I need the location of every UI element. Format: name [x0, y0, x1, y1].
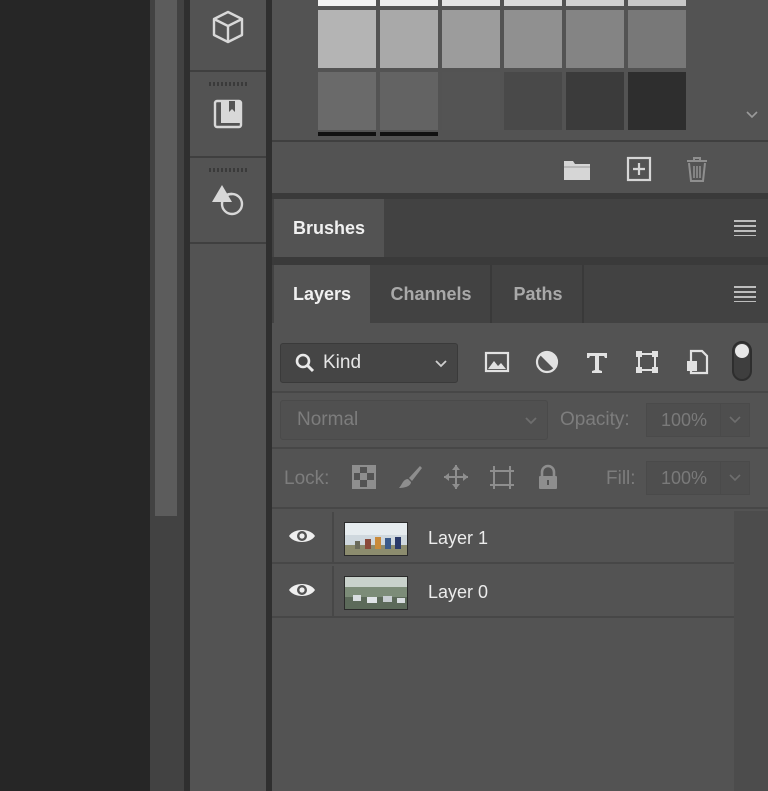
color-swatch[interactable]	[318, 10, 376, 68]
fill-dropdown[interactable]	[720, 461, 750, 495]
divider	[272, 447, 768, 449]
opacity-dropdown[interactable]	[720, 403, 750, 437]
divider	[272, 507, 768, 509]
fill-input[interactable]: 100%	[646, 461, 722, 495]
swatches-toolbar	[272, 140, 768, 193]
canvas-scrollbar-thumb[interactable]	[155, 0, 177, 516]
color-swatch[interactable]	[504, 10, 562, 68]
layer-name: Layer 0	[428, 582, 489, 602]
color-swatch[interactable]	[442, 0, 500, 6]
panel-icon-column	[190, 0, 266, 791]
chevron-down-icon[interactable]	[744, 107, 760, 123]
blend-mode-value: Normal	[297, 409, 359, 430]
layer-row[interactable]: Layer 0	[272, 566, 734, 618]
color-swatch[interactable]	[318, 0, 376, 6]
type-filter-icon[interactable]	[582, 347, 612, 377]
layer-thumbnail	[344, 522, 408, 556]
layers-panel: Kind Normal Opacity: 100% Lock: Fill: 10…	[272, 323, 768, 791]
layer-filter-select[interactable]: Kind	[280, 343, 458, 383]
color-swatch[interactable]	[442, 10, 500, 68]
right-panel-dock: Brushes Layers Channels Paths Kind Norma…	[272, 0, 768, 791]
color-swatch[interactable]	[380, 0, 438, 6]
color-swatch[interactable]	[566, 0, 624, 6]
eye-icon	[287, 526, 317, 551]
lock-position-icon[interactable]	[442, 463, 470, 491]
swatch-selection-line	[380, 132, 438, 136]
color-swatch[interactable]	[318, 72, 376, 130]
3d-cube-icon	[209, 8, 247, 51]
lock-artboard-icon[interactable]	[488, 463, 516, 491]
chevron-down-icon	[433, 356, 449, 372]
fill-label: Fill:	[606, 468, 636, 489]
divider	[272, 391, 768, 393]
eye-icon	[287, 580, 317, 605]
color-swatch[interactable]	[380, 10, 438, 68]
panel-menu-icon[interactable]	[734, 286, 756, 302]
color-swatch[interactable]	[504, 72, 562, 130]
color-swatch[interactable]	[628, 0, 686, 6]
layers-list-scrollbar[interactable]	[734, 511, 768, 791]
tab-brushes[interactable]: Brushes	[274, 199, 384, 257]
color-swatch[interactable]	[380, 72, 438, 130]
new-swatch-icon[interactable]	[624, 154, 654, 184]
smart-object-filter-icon[interactable]	[682, 347, 712, 377]
lock-image-pixels-icon[interactable]	[396, 463, 424, 491]
tab-layers[interactable]: Layers	[274, 265, 370, 323]
adjustment-filter-icon[interactable]	[532, 347, 562, 377]
tab-paths[interactable]: Paths	[494, 265, 584, 323]
tab-label: Brushes	[292, 217, 366, 238]
opacity-label: Opacity:	[560, 409, 630, 430]
blend-mode-select[interactable]: Normal	[280, 400, 548, 440]
color-swatch[interactable]	[566, 10, 624, 68]
shape-filter-icon[interactable]	[632, 347, 662, 377]
swatches-grid	[272, 0, 768, 140]
search-icon	[293, 351, 317, 375]
visibility-toggle[interactable]	[272, 512, 334, 564]
tab-label: Paths	[513, 283, 563, 304]
panel-menu-icon[interactable]	[734, 220, 756, 236]
lock-transparent-pixels-icon[interactable]	[350, 463, 378, 491]
color-swatch[interactable]	[442, 72, 500, 130]
tab-label: Channels	[390, 283, 472, 304]
tab-channels[interactable]: Channels	[372, 265, 492, 323]
toggle-knob	[735, 344, 749, 358]
lock-label: Lock:	[284, 468, 330, 489]
lock-all-icon[interactable]	[534, 463, 562, 491]
layer-row[interactable]: Layer 1	[272, 512, 734, 564]
image-filter-icon[interactable]	[482, 347, 512, 377]
layer-filter-toggle[interactable]	[732, 341, 752, 381]
swatch-selection-line	[318, 132, 376, 136]
3d-panel-button[interactable]	[190, 0, 266, 72]
filter-kind-label: Kind	[323, 352, 362, 373]
shapes-panel-button[interactable]	[190, 160, 266, 244]
layer-name: Layer 1	[428, 528, 489, 548]
layers-panel-tabs: Layers Channels Paths	[272, 265, 768, 323]
opacity-input[interactable]: 100%	[646, 403, 722, 437]
brushes-panel-header: Brushes	[272, 199, 768, 257]
folder-icon[interactable]	[562, 154, 592, 184]
color-swatch[interactable]	[566, 72, 624, 130]
libraries-panel-button[interactable]	[190, 74, 266, 158]
libraries-icon	[209, 94, 247, 137]
layer-thumbnail	[344, 576, 408, 610]
color-swatch[interactable]	[628, 10, 686, 68]
color-swatch[interactable]	[628, 72, 686, 130]
divider	[272, 257, 768, 265]
chevron-down-icon	[523, 413, 539, 429]
visibility-toggle[interactable]	[272, 566, 334, 618]
color-swatch[interactable]	[504, 0, 562, 6]
canvas-area	[0, 0, 150, 791]
tab-label: Layers	[292, 283, 352, 304]
shapes-icon	[209, 180, 247, 223]
trash-icon[interactable]	[682, 154, 712, 184]
